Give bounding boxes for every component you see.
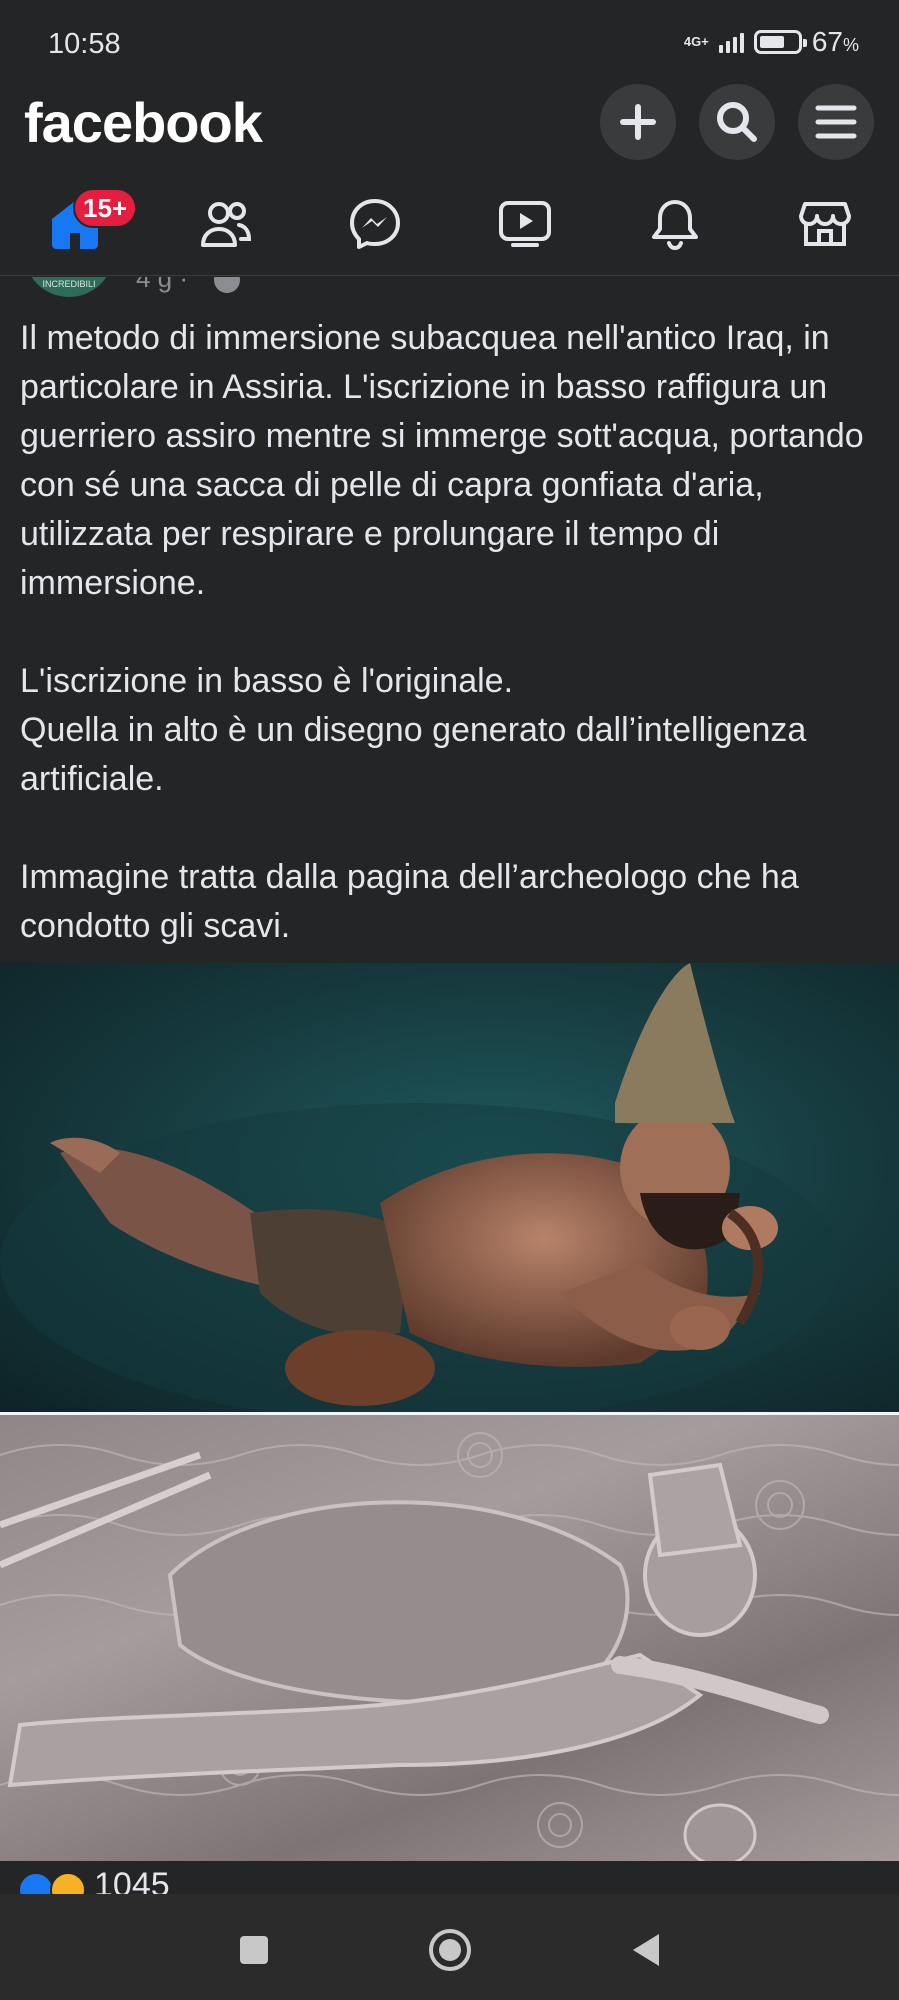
post-paragraph: L'iscrizione in basso è l'originale. <box>20 662 514 700</box>
network-type: 4G+ <box>683 34 709 49</box>
avatar-text: INCREDIBILI <box>42 279 96 289</box>
recents-button[interactable] <box>224 1920 284 1980</box>
messenger-icon <box>350 199 400 249</box>
search-icon <box>717 102 757 142</box>
home-button[interactable] <box>420 1920 480 1980</box>
globe-icon <box>214 277 240 293</box>
tab-marketplace[interactable] <box>770 188 880 260</box>
page-avatar[interactable]: INCREDIBILI <box>24 277 114 297</box>
signal-icon <box>718 31 744 53</box>
reaction-count: 1045 <box>94 1866 170 1894</box>
bell-icon <box>652 200 698 251</box>
video-icon <box>499 201 551 247</box>
home-notification-badge: 15+ <box>73 188 138 228</box>
diver-illustration <box>0 963 840 1412</box>
relief-illustration <box>0 1432 899 1861</box>
battery-icon <box>753 30 807 54</box>
back-button[interactable] <box>616 1920 676 1980</box>
create-button[interactable] <box>600 84 676 160</box>
post-text: Il metodo di immersione subacquea nell'a… <box>20 314 882 951</box>
battery-percent: 67% <box>811 26 859 57</box>
post-paragraph: Il metodo di immersione subacquea nell'a… <box>20 319 864 602</box>
post-paragraph: Immagine tratta dalla pagina dell’archeo… <box>20 858 799 945</box>
square-icon <box>240 1936 268 1964</box>
tab-watch[interactable] <box>470 188 580 260</box>
tab-messenger[interactable] <box>320 188 430 260</box>
tab-notifications[interactable] <box>620 188 730 260</box>
plus-icon <box>620 104 656 140</box>
friends-icon <box>201 202 252 247</box>
tab-friends[interactable] <box>170 188 280 260</box>
post-time[interactable]: 4 g · <box>136 277 188 294</box>
reactions-summary[interactable]: 1045 <box>0 1862 899 1894</box>
app-header: facebook <box>0 84 899 174</box>
wow-reaction-icon <box>50 1872 86 1894</box>
facebook-logo[interactable]: facebook <box>24 90 263 155</box>
post-paragraph: Quella in alto è un disegno generato dal… <box>20 711 807 798</box>
menu-button[interactable] <box>798 84 874 160</box>
store-icon <box>799 202 851 246</box>
status-bar: 10:58 4G+ 67% <box>0 0 899 84</box>
post-photo-ai-diver[interactable] <box>0 963 899 1412</box>
like-reaction-icon <box>18 1872 54 1894</box>
search-button[interactable] <box>699 84 775 160</box>
post-photo-relief[interactable] <box>0 1415 899 1861</box>
status-time: 10:58 <box>48 28 121 60</box>
post-header: INCREDIBILI 4 g · <box>0 277 899 301</box>
status-icons: 4G+ 67% <box>684 26 859 58</box>
menu-icon <box>815 105 857 139</box>
system-nav-bar <box>0 1894 899 2000</box>
circle-icon <box>429 1929 471 1971</box>
back-triangle-icon <box>633 1934 659 1966</box>
tab-bar <box>0 174 899 276</box>
battery-fill <box>759 36 784 48</box>
